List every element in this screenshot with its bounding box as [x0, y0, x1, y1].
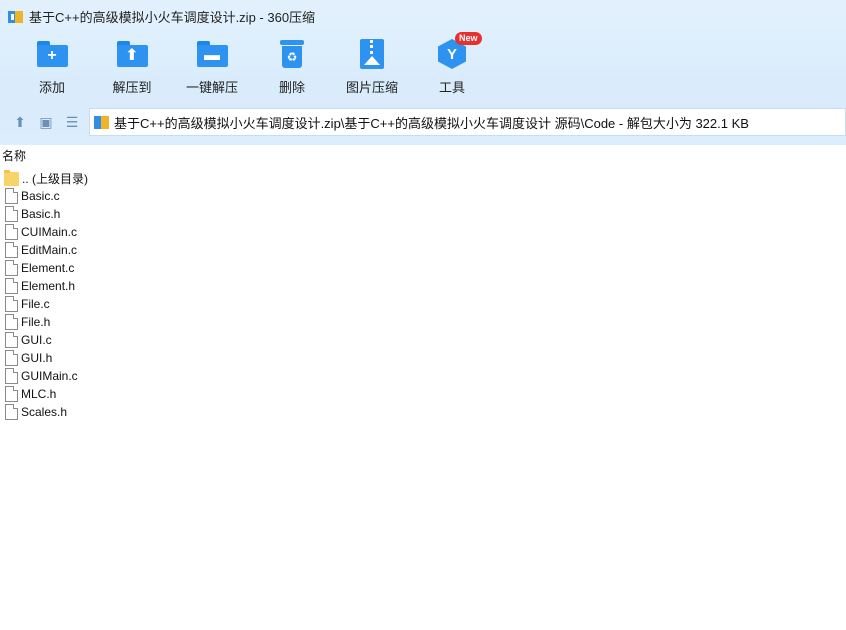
- file-name: Scales.h: [21, 405, 68, 419]
- one-click-extract-button-label: 一键解压: [185, 80, 238, 95]
- list-item[interactable]: CUIMain.c: [4, 223, 404, 241]
- tools-button[interactable]: Y New 工具: [412, 32, 492, 98]
- list-item-parent-folder[interactable]: .. (上级目录): [4, 169, 404, 187]
- new-badge: New: [455, 32, 482, 45]
- add-folder-icon: +: [36, 41, 68, 67]
- file-icon: [5, 404, 18, 420]
- list-item[interactable]: EditMain.c: [4, 241, 404, 259]
- thumbnail-view-button[interactable]: ▣: [34, 110, 58, 134]
- list-item[interactable]: GUI.c: [4, 331, 404, 349]
- column-header-label: 名称: [2, 148, 27, 163]
- list-view-icon: ☰: [65, 113, 79, 130]
- file-icon: [5, 332, 18, 348]
- list-item[interactable]: Element.c: [4, 259, 404, 277]
- list-item[interactable]: MLC.h: [4, 385, 404, 403]
- file-name: Basic.c: [21, 189, 60, 203]
- arrow-up-icon: ⬆: [14, 113, 26, 130]
- extract-to-button[interactable]: ⬆ 解压到: [92, 38, 172, 98]
- file-name: File.c: [21, 297, 50, 311]
- image-compress-icon: [360, 39, 384, 69]
- file-icon: [5, 386, 18, 402]
- list-item[interactable]: GUI.h: [4, 349, 404, 367]
- delete-bin-icon: ♻: [280, 39, 304, 69]
- title-bar: 基于C++的高级模拟小火车调度设计.zip - 360压缩: [0, 0, 846, 32]
- extract-to-icon: ⬆: [116, 41, 148, 67]
- up-level-button[interactable]: ⬆: [8, 110, 32, 134]
- file-icon: [5, 314, 18, 330]
- app-logo-icon: [8, 9, 23, 24]
- file-name: Element.c: [21, 261, 75, 275]
- toolbar: + 添加 ⬆ 解压到 ▬ 一键解压 ♻ 删除 图片压缩 Y New 工具: [12, 32, 492, 100]
- image-compress-button[interactable]: 图片压缩: [332, 38, 412, 98]
- file-icon: [5, 188, 18, 204]
- image-compress-button-label: 图片压缩: [345, 80, 398, 95]
- file-name: GUI.c: [21, 333, 52, 347]
- one-click-extract-button[interactable]: ▬ 一键解压: [172, 38, 252, 98]
- add-button-label: 添加: [38, 80, 65, 95]
- extract-to-button-label: 解压到: [112, 80, 152, 95]
- folder-icon: [4, 169, 19, 186]
- delete-button-label: 删除: [278, 80, 305, 95]
- file-icon: [5, 260, 18, 276]
- file-name: Basic.h: [21, 207, 61, 221]
- file-name: MLC.h: [21, 387, 57, 401]
- one-click-extract-icon: ▬: [196, 41, 228, 67]
- file-icon: [5, 278, 18, 294]
- file-icon: [5, 296, 18, 312]
- file-icon: [5, 242, 18, 258]
- list-item[interactable]: Scales.h: [4, 403, 404, 421]
- file-icon: [5, 206, 18, 222]
- address-path: 基于C++的高级模拟小火车调度设计.zip\基于C++的高级模拟小火车调度设计 …: [114, 115, 749, 131]
- file-icon: [5, 224, 18, 240]
- thumbnail-view-icon: ▣: [39, 113, 53, 130]
- file-name: GUI.h: [21, 351, 53, 365]
- file-name: Element.h: [21, 279, 76, 293]
- column-header-name[interactable]: 名称: [0, 146, 846, 164]
- address-bar[interactable]: 基于C++的高级模拟小火车调度设计.zip\基于C++的高级模拟小火车调度设计 …: [89, 108, 846, 136]
- file-name: CUIMain.c: [21, 225, 78, 239]
- list-item[interactable]: File.c: [4, 295, 404, 313]
- file-icon: [5, 350, 18, 366]
- window-title: 基于C++的高级模拟小火车调度设计.zip - 360压缩: [29, 9, 316, 25]
- file-list: .. (上级目录) Basic.c Basic.h CUIMain.c Edit…: [4, 169, 404, 421]
- add-button[interactable]: + 添加: [12, 38, 92, 98]
- list-item[interactable]: Basic.c: [4, 187, 404, 205]
- list-item[interactable]: File.h: [4, 313, 404, 331]
- list-item[interactable]: Basic.h: [4, 205, 404, 223]
- file-name: File.h: [21, 315, 51, 329]
- file-name: .. (上级目录): [22, 171, 88, 186]
- list-view-button[interactable]: ☰: [60, 110, 84, 134]
- list-item[interactable]: GUIMain.c: [4, 367, 404, 385]
- list-item[interactable]: Element.h: [4, 277, 404, 295]
- zip-archive-icon: [94, 115, 109, 130]
- file-icon: [5, 368, 18, 384]
- tools-button-label: 工具: [438, 80, 465, 95]
- navigation-bar: ⬆ ▣ ☰ 基于C++的高级模拟小火车调度设计.zip\基于C++的高级模拟小火…: [0, 108, 846, 136]
- top-area: 基于C++的高级模拟小火车调度设计.zip - 360压缩 + 添加 ⬆ 解压到…: [0, 0, 846, 145]
- file-name: GUIMain.c: [21, 369, 78, 383]
- file-name: EditMain.c: [21, 243, 78, 257]
- delete-button[interactable]: ♻ 删除: [252, 38, 332, 98]
